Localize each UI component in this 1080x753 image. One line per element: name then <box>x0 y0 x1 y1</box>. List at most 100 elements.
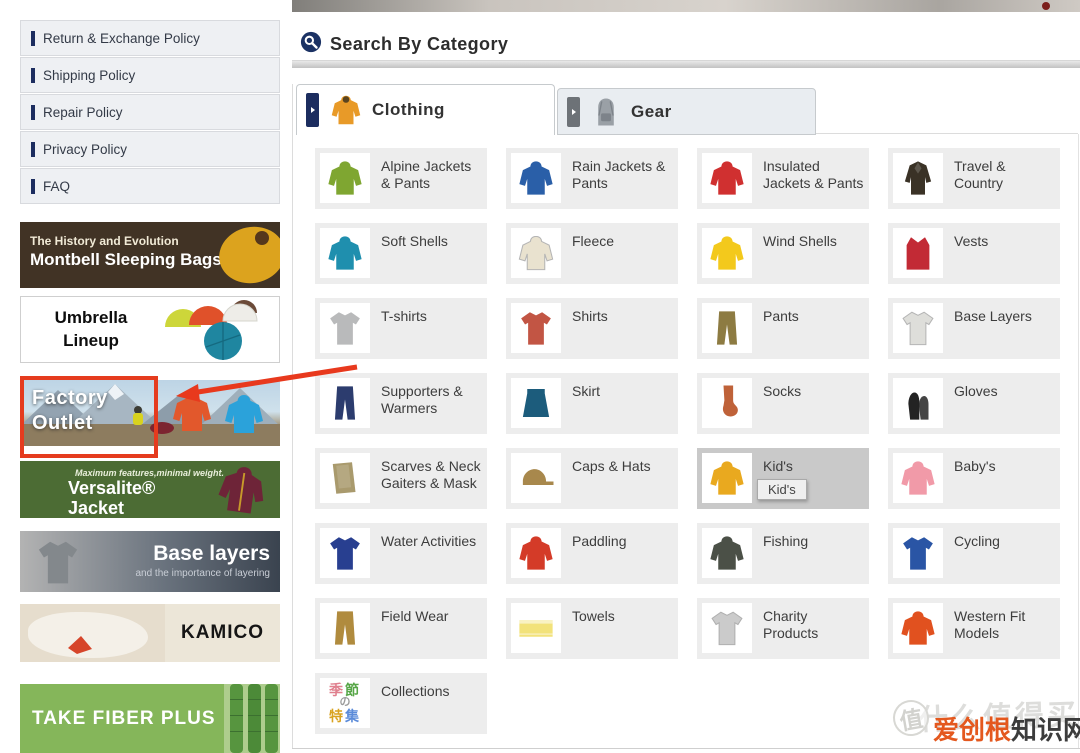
category-card-fishing[interactable]: Fishing <box>697 523 869 584</box>
sidebar-policy-link[interactable]: Repair Policy <box>20 94 280 130</box>
category-thumbnail-icon <box>320 603 370 653</box>
category-label: Paddling <box>572 533 627 549</box>
banner-base-layers[interactable]: Base layers and the importance of layeri… <box>20 531 280 592</box>
category-thumbnail-icon: 季節 の 特集 <box>320 678 370 728</box>
category-card-paddling[interactable]: Paddling <box>506 523 678 584</box>
category-label: Travel & Country <box>954 158 1006 192</box>
banner-line1: The History and Evolution <box>30 234 179 248</box>
category-label: Water Activities <box>381 533 477 549</box>
category-label: Fishing <box>763 533 809 549</box>
category-label: Cycling <box>954 533 1000 549</box>
category-label: Caps & Hats <box>572 458 651 474</box>
sidebar-policy-link[interactable]: Shipping Policy <box>20 57 280 93</box>
category-thumbnail-icon <box>893 153 943 203</box>
origami-crane-image <box>68 636 94 661</box>
category-label: Field Wear <box>381 608 449 624</box>
category-card-insulated-jackets-pants[interactable]: Insulated Jackets & Pants <box>697 148 869 209</box>
tab-row-border <box>816 133 1078 134</box>
banner-umbrella-lineup[interactable]: Umbrella Lineup <box>20 296 280 363</box>
category-card-field-wear[interactable]: Field Wear <box>315 598 487 659</box>
category-thumbnail-icon <box>320 228 370 278</box>
tab-label: Gear <box>631 101 672 121</box>
fabric-image <box>20 604 165 662</box>
content-border-left <box>292 84 293 748</box>
banner-sleeping-bags[interactable]: The History and Evolution Montbell Sleep… <box>20 222 280 288</box>
category-thumbnail-icon <box>511 603 561 653</box>
banner-line2: Montbell Sleeping Bags <box>30 250 222 269</box>
category-card-western-fit-models[interactable]: Western Fit Models <box>888 598 1060 659</box>
category-card-base-layers[interactable]: Base Layers <box>888 298 1060 359</box>
banner-versalite-jacket[interactable]: Maximum features,minimal weight. Versali… <box>20 461 280 518</box>
category-card-gloves[interactable]: Gloves <box>888 373 1060 434</box>
menu-label: Shipping Policy <box>43 67 136 83</box>
category-card-soft-shells[interactable]: Soft Shells <box>315 223 487 284</box>
menu-label: Return & Exchange Policy <box>43 30 200 46</box>
category-label: Baby's <box>954 458 996 474</box>
category-label: Shirts <box>572 308 608 324</box>
category-label: Gloves <box>954 383 998 399</box>
category-card-water-activities[interactable]: Water Activities <box>315 523 487 584</box>
menu-bullet-icon <box>31 67 35 83</box>
category-thumbnail-icon <box>893 303 943 353</box>
banner-title: KAMICO <box>180 622 265 643</box>
category-card-cycling[interactable]: Cycling <box>888 523 1060 584</box>
category-label: Insulated Jackets & Pants <box>763 158 864 192</box>
category-card-charity-products[interactable]: Charity Products <box>697 598 869 659</box>
tab-gear[interactable]: Gear <box>557 88 816 135</box>
sidebar-policy-link[interactable]: Privacy Policy <box>20 131 280 167</box>
category-card-caps-hats[interactable]: Caps & Hats <box>506 448 678 509</box>
banner-title: Base layers <box>153 542 270 565</box>
highlight-box-factory-outlet <box>20 376 158 458</box>
category-card-scarves-neck-gaiters-mask[interactable]: Scarves & Neck Gaiters & Mask <box>315 448 487 509</box>
content-border-right <box>1078 134 1079 748</box>
banner-take-fiber-plus[interactable]: TAKE FIBER PLUS <box>20 684 280 753</box>
policy-menu: Return & Exchange Policy Shipping Policy… <box>20 20 280 205</box>
category-thumbnail-icon <box>893 603 943 653</box>
page-title: Search By Category <box>330 34 509 54</box>
banner-tagline: Maximum features,minimal weight. <box>75 468 225 478</box>
category-card-wind-shells[interactable]: Wind Shells <box>697 223 869 284</box>
category-thumbnail-icon <box>702 528 752 578</box>
category-card-supporters-warmers[interactable]: Supporters & Warmers <box>315 373 487 434</box>
sidebar-policy-link[interactable]: FAQ <box>20 168 280 204</box>
category-label: Western Fit Models <box>954 608 1026 642</box>
banner-kamico[interactable]: KAMICO <box>20 604 280 662</box>
category-card-vests[interactable]: Vests <box>888 223 1060 284</box>
category-label: Towels <box>572 608 615 624</box>
banner-text: Versalite® Jacket <box>68 478 156 518</box>
menu-label: Privacy Policy <box>43 141 128 157</box>
category-thumbnail-icon <box>511 453 561 503</box>
category-card-t-shirts[interactable]: T-shirts <box>315 298 487 359</box>
category-thumbnail-icon <box>702 228 752 278</box>
category-card-shirts[interactable]: Shirts <box>506 298 678 359</box>
menu-label: Repair Policy <box>43 104 123 120</box>
category-card-baby-s[interactable]: Baby's <box>888 448 1060 509</box>
category-card-towels[interactable]: Towels <box>506 598 678 659</box>
category-thumbnail-icon <box>511 228 561 278</box>
menu-bullet-icon <box>31 30 35 46</box>
category-thumbnail-icon <box>702 378 752 428</box>
category-card-collections[interactable]: 季節 の 特集 Collections <box>315 673 487 734</box>
category-label: Socks <box>763 383 802 399</box>
collections-glyphs: 季節 の 特集 <box>329 682 361 724</box>
tab-clothing[interactable]: Clothing <box>296 84 555 135</box>
category-card-fleece[interactable]: Fleece <box>506 223 678 284</box>
category-label: Fleece <box>572 233 615 249</box>
category-card-rain-jackets-pants[interactable]: Rain Jackets & Pants <box>506 148 678 209</box>
category-card-kid-s[interactable]: Kid's Kid's <box>697 448 869 509</box>
category-card-alpine-jackets-pants[interactable]: Alpine Jackets & Pants <box>315 148 487 209</box>
category-label: Rain Jackets & Pants <box>572 158 666 192</box>
category-card-travel-country[interactable]: Travel & Country <box>888 148 1060 209</box>
category-label: Collections <box>381 683 450 699</box>
category-card-pants[interactable]: Pants <box>697 298 869 359</box>
category-label: Pants <box>763 308 799 324</box>
category-label: T-shirts <box>381 308 427 324</box>
category-thumbnail-icon <box>702 303 752 353</box>
shirt-image <box>30 535 86 592</box>
menu-bullet-icon <box>31 141 35 157</box>
menu-bullet-icon <box>31 104 35 120</box>
menu-bullet-icon <box>31 178 35 194</box>
category-card-socks[interactable]: Socks <box>697 373 869 434</box>
sidebar-policy-link[interactable]: Return & Exchange Policy <box>20 20 280 56</box>
category-card-skirt[interactable]: Skirt <box>506 373 678 434</box>
